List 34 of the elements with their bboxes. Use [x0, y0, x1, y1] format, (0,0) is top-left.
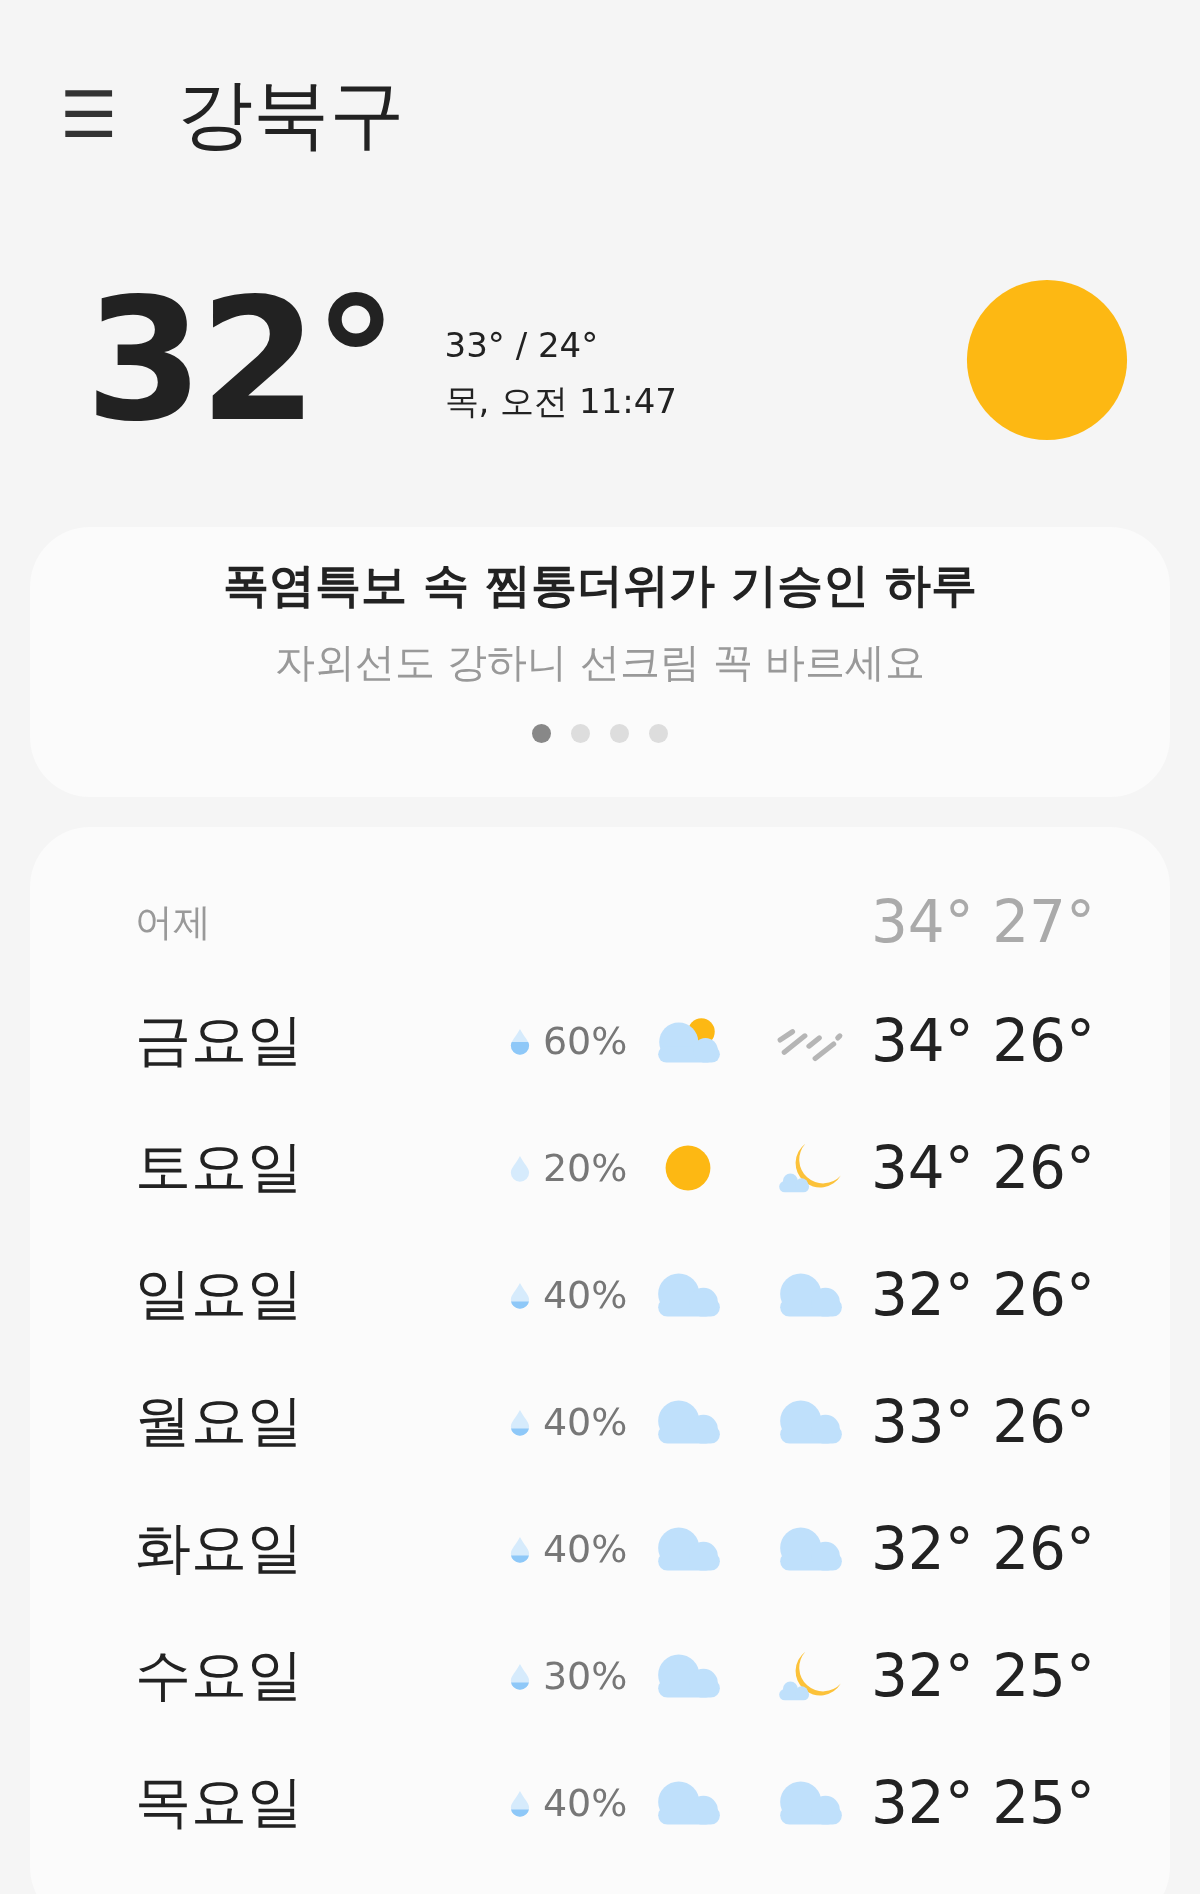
page-dot[interactable] [571, 724, 590, 743]
alert-headline: 폭염특보 속 찜통더위가 기승인 하루 [222, 557, 978, 614]
high-low-temperature: 32° 26° [870, 1260, 1095, 1329]
high-low-temperature: 32° 25° [870, 1768, 1095, 1837]
day-name: 화요일 [135, 1513, 304, 1582]
location-title: 강북구 [177, 67, 406, 160]
rain-chance: 60% [542, 1018, 628, 1063]
yesterday-temperature: 34° 27° [870, 888, 1095, 956]
high-low-temperature: 32° 25° [870, 1641, 1095, 1710]
day-name: 수요일 [135, 1640, 304, 1709]
high-low-temperature: 33° / 24° [444, 325, 600, 365]
high-low-temperature: 34° 26° [870, 1133, 1095, 1202]
date-time: 목, 오전 11:47 [444, 380, 677, 423]
rain-chance: 20% [542, 1145, 628, 1190]
alert-subtext: 자외선도 강하니 선크림 꼭 바르세요 [274, 638, 926, 687]
day-name: 목요일 [135, 1767, 304, 1836]
rain-chance: 30% [542, 1653, 628, 1698]
day-name: 토요일 [135, 1132, 304, 1201]
sun-icon [964, 277, 1130, 443]
page-dot[interactable] [532, 724, 551, 743]
page-dot[interactable] [610, 724, 629, 743]
day-name: 월요일 [135, 1386, 304, 1455]
high-low-temperature: 32° 26° [870, 1514, 1095, 1583]
page-dot[interactable] [649, 724, 668, 743]
high-low-temperature: 34° 26° [870, 1006, 1095, 1075]
current-temperature: 32° [85, 275, 395, 445]
day-name: 금요일 [135, 1005, 304, 1074]
rain-chance: 40% [542, 1399, 628, 1444]
rain-chance: 40% [542, 1526, 628, 1571]
rain-chance: 40% [542, 1780, 628, 1825]
yesterday-label: 어제 [135, 898, 211, 946]
day-name: 일요일 [135, 1259, 304, 1328]
high-low-temperature: 33° 26° [870, 1387, 1095, 1456]
rain-chance: 40% [542, 1272, 628, 1317]
